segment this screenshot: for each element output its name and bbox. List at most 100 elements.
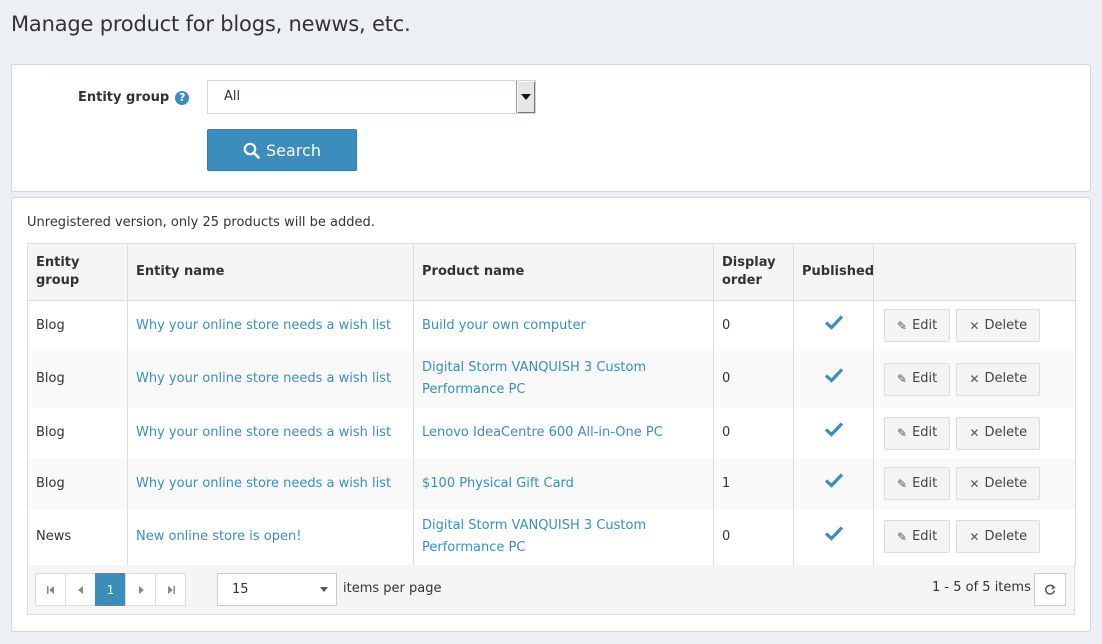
page-title: Manage product for blogs, newws, etc. <box>11 12 411 36</box>
product-name-link[interactable]: Digital Storm VANQUISH 3 Custom Performa… <box>422 518 646 555</box>
edit-button[interactable]: ✎ Edit <box>884 520 951 554</box>
checkmark-icon <box>824 526 843 541</box>
products-table: Entity group Entity name Product name Di… <box>27 243 1076 566</box>
table-row: Blog Why your online store needs a wish … <box>27 300 1076 351</box>
search-button[interactable]: Search <box>207 129 357 171</box>
entity-group-label: Entity group ? <box>78 90 190 105</box>
cell-display-order: 0 <box>713 407 794 459</box>
close-icon: ✕ <box>969 426 980 440</box>
grid-panel: Unregistered version, only 25 products w… <box>11 197 1091 632</box>
edit-button[interactable]: ✎ Edit <box>884 416 951 450</box>
search-button-label: Search <box>266 140 321 160</box>
cell-entity-group: News <box>27 508 128 566</box>
delete-button[interactable]: ✕ Delete <box>956 309 1041 343</box>
delete-button[interactable]: ✕ Delete <box>956 416 1041 450</box>
close-icon: ✕ <box>969 529 980 544</box>
cell-entity-group: Blog <box>27 407 128 459</box>
prev-page-button[interactable] <box>65 573 96 606</box>
cell-entity-group: Blog <box>27 458 128 509</box>
product-name-link[interactable]: Build your own computer <box>422 318 586 333</box>
entity-group-select[interactable]: All <box>207 80 536 114</box>
row-actions: ✎ Edit ✕ Delete <box>873 350 1076 408</box>
pagination: 1 <box>35 573 186 606</box>
last-page-button[interactable] <box>155 573 186 606</box>
delete-button-label: Delete <box>984 528 1028 544</box>
close-icon: ✕ <box>969 476 980 491</box>
row-actions: ✎ Edit ✕ Delete <box>873 458 1076 509</box>
pencil-icon: ✎ <box>897 529 908 544</box>
refresh-button[interactable] <box>1034 573 1066 606</box>
table-row: News New online store is open! Digital S… <box>27 508 1076 566</box>
grid-pager: 1 15 items per page 1 - 5 of 5 items <box>27 565 1075 615</box>
first-page-icon <box>46 585 54 594</box>
row-actions: ✎ Edit ✕ Delete <box>873 508 1076 566</box>
checkmark-icon <box>824 422 843 437</box>
column-header-display-order[interactable]: Display order <box>713 243 794 301</box>
cell-display-order: 0 <box>713 350 794 408</box>
entity-group-select-value: All <box>224 89 241 104</box>
close-icon: ✕ <box>969 318 980 333</box>
first-page-button[interactable] <box>35 573 66 606</box>
column-header-published[interactable]: Published <box>793 243 874 301</box>
table-row: Blog Why your online store needs a wish … <box>27 407 1076 459</box>
checkmark-icon <box>824 315 843 330</box>
edit-button[interactable]: ✎ Edit <box>884 362 951 396</box>
last-page-icon <box>167 585 175 594</box>
pencil-icon: ✎ <box>897 476 908 491</box>
column-header-product-name[interactable]: Product name <box>413 243 714 301</box>
entity-name-link[interactable]: Why your online store needs a wish list <box>136 476 391 491</box>
cell-display-order: 1 <box>713 458 794 509</box>
delete-button[interactable]: ✕ Delete <box>956 467 1041 500</box>
row-actions: ✎ Edit ✕ Delete <box>873 300 1076 351</box>
edit-button-label: Edit <box>912 528 938 544</box>
edit-button-label: Edit <box>912 425 938 440</box>
table-row: Blog Why your online store needs a wish … <box>27 458 1076 509</box>
prev-page-icon <box>77 585 83 594</box>
delete-button[interactable]: ✕ Delete <box>956 362 1041 396</box>
page-size-select[interactable]: 15 <box>217 573 337 606</box>
column-header-entity-group[interactable]: Entity group <box>27 243 128 301</box>
edit-button-label: Edit <box>912 475 938 491</box>
edit-button-label: Edit <box>912 317 938 333</box>
product-name-link[interactable]: $100 Physical Gift Card <box>422 476 574 491</box>
entity-name-link[interactable]: Why your online store needs a wish list <box>136 425 391 440</box>
items-per-page-label: items per page <box>343 581 442 596</box>
checkmark-icon <box>824 368 843 383</box>
delete-button[interactable]: ✕ Delete <box>956 520 1041 554</box>
entity-name-link[interactable]: Why your online store needs a wish list <box>136 318 391 333</box>
column-header-actions <box>873 243 1076 301</box>
search-icon <box>243 142 260 159</box>
page-button-current[interactable]: 1 <box>95 573 126 606</box>
pencil-icon: ✎ <box>897 372 908 386</box>
items-range-text: 1 - 5 of 5 items <box>932 580 1031 595</box>
entity-name-link[interactable]: Why your online store needs a wish list <box>136 371 391 386</box>
delete-button-label: Delete <box>984 475 1028 491</box>
cell-entity-group: Blog <box>27 300 128 351</box>
row-actions: ✎ Edit ✕ Delete <box>873 407 1076 459</box>
product-name-link[interactable]: Lenovo IdeaCentre 600 All-in-One PC <box>422 425 663 440</box>
table-header-row: Entity group Entity name Product name Di… <box>27 243 1076 301</box>
cell-display-order: 0 <box>713 300 794 351</box>
delete-button-label: Delete <box>984 371 1028 386</box>
edit-button[interactable]: ✎ Edit <box>884 467 951 500</box>
unregistered-notice: Unregistered version, only 25 products w… <box>27 215 375 230</box>
entity-name-link[interactable]: New online store is open! <box>136 529 301 544</box>
product-name-link[interactable]: Digital Storm VANQUISH 3 Custom Performa… <box>422 360 646 397</box>
checkmark-icon <box>824 472 843 488</box>
edit-button-label: Edit <box>912 371 938 386</box>
pencil-icon: ✎ <box>897 318 908 333</box>
search-panel: Entity group ? All Search <box>11 64 1091 192</box>
table-row: Blog Why your online store needs a wish … <box>27 350 1076 408</box>
next-page-icon <box>138 585 144 594</box>
refresh-icon <box>1045 584 1056 595</box>
chevron-down-icon[interactable] <box>516 81 535 113</box>
next-page-button[interactable] <box>125 573 156 606</box>
help-icon[interactable]: ? <box>175 90 190 105</box>
delete-button-label: Delete <box>984 425 1028 440</box>
delete-button-label: Delete <box>984 317 1028 333</box>
edit-button[interactable]: ✎ Edit <box>884 309 951 343</box>
column-header-entity-name[interactable]: Entity name <box>127 243 414 301</box>
cell-entity-group: Blog <box>27 350 128 408</box>
pencil-icon: ✎ <box>897 426 908 440</box>
cell-display-order: 0 <box>713 508 794 566</box>
